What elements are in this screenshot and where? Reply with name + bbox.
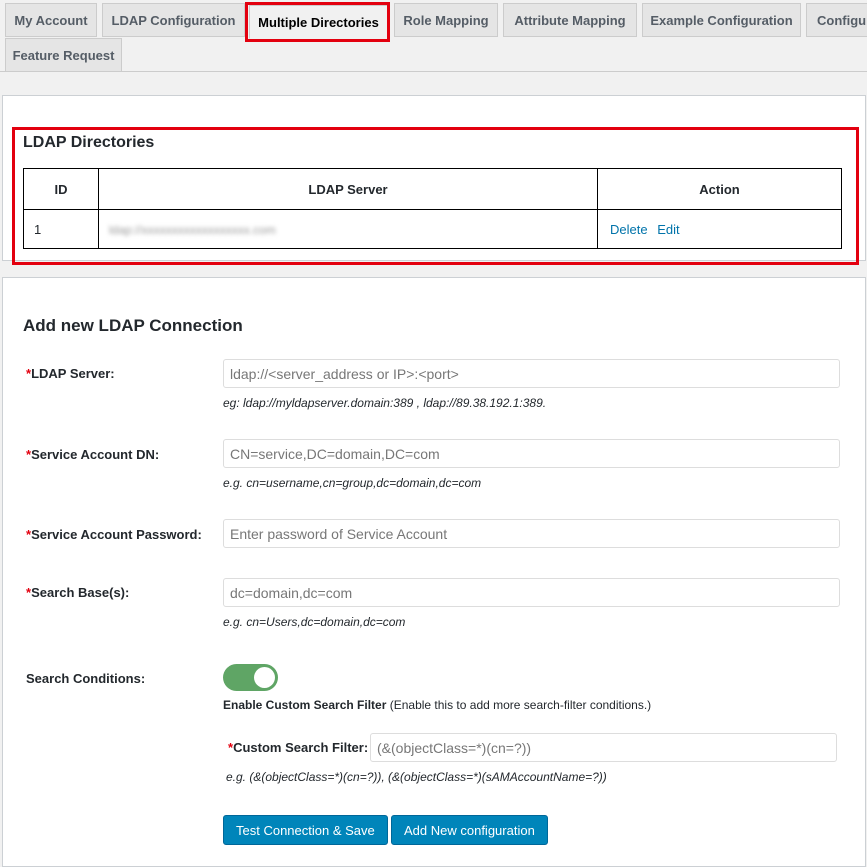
test-connection-save-button[interactable]: Test Connection & Save	[223, 815, 388, 845]
tab-bar: My Account LDAP Configuration Multiple D…	[0, 0, 867, 72]
directories-title: LDAP Directories	[23, 134, 155, 151]
search-base-input[interactable]	[223, 578, 840, 607]
service-dn-label: *Service Account DN:	[26, 447, 160, 462]
edit-link[interactable]: Edit	[657, 222, 679, 237]
service-dn-input[interactable]	[223, 439, 840, 468]
cell-action: Delete Edit	[597, 209, 842, 249]
add-connection-title: Add new LDAP Connection	[23, 316, 243, 335]
custom-filter-label: *Custom Search Filter:	[228, 740, 369, 755]
search-base-hint: e.g. cn=Users,dc=domain,dc=com	[223, 615, 406, 629]
column-header-id: ID	[23, 168, 99, 210]
cell-id: 1	[23, 209, 99, 249]
directories-table: ID LDAP Server Action 1 ldap://xxxxxxxxx…	[23, 168, 842, 249]
tab-configuration-truncated[interactable]: Configur	[806, 3, 867, 37]
tab-example-configuration[interactable]: Example Configuration	[642, 3, 801, 37]
tab-my-account[interactable]: My Account	[5, 3, 97, 37]
tab-feature-request[interactable]: Feature Request	[5, 38, 122, 72]
tab-multiple-directories[interactable]: Multiple Directories	[249, 5, 388, 39]
tab-attribute-mapping[interactable]: Attribute Mapping	[503, 3, 637, 37]
service-dn-hint: e.g. cn=username,cn=group,dc=domain,dc=c…	[223, 476, 482, 490]
service-password-label: *Service Account Password:	[26, 527, 202, 542]
custom-filter-input[interactable]	[370, 733, 837, 762]
cell-ldap-server: ldap://xxxxxxxxxxxxxxxxxx.com	[98, 209, 598, 249]
add-new-configuration-button[interactable]: Add New configuration	[391, 815, 548, 845]
tabs-divider	[0, 71, 867, 72]
toggle-knob	[254, 667, 275, 688]
table-row: 1 ldap://xxxxxxxxxxxxxxxxxx.com Delete E…	[23, 209, 842, 249]
search-conditions-label: Search Conditions:	[26, 671, 146, 686]
ldap-server-input[interactable]	[223, 359, 840, 388]
custom-filter-hint: e.g. (&(objectClass=*)(cn=?)), (&(object…	[226, 770, 607, 784]
column-header-action: Action	[597, 168, 842, 210]
tab-role-mapping[interactable]: Role Mapping	[394, 3, 498, 37]
search-base-label: *Search Base(s):	[26, 585, 130, 600]
column-header-ldap-server: LDAP Server	[98, 168, 598, 210]
delete-link[interactable]: Delete	[610, 222, 648, 237]
ldap-server-label: *LDAP Server:	[26, 366, 115, 381]
table-header-row: ID LDAP Server Action	[23, 168, 842, 210]
blurred-server-url: ldap://xxxxxxxxxxxxxxxxxx.com	[109, 222, 276, 237]
tab-ldap-configuration[interactable]: LDAP Configuration	[102, 3, 245, 37]
custom-search-filter-toggle[interactable]	[223, 664, 278, 691]
toggle-caption: Enable Custom Search Filter (Enable this…	[223, 698, 652, 712]
ldap-server-hint: eg: ldap://myldapserver.domain:389 , lda…	[223, 396, 547, 410]
service-password-input[interactable]	[223, 519, 840, 548]
